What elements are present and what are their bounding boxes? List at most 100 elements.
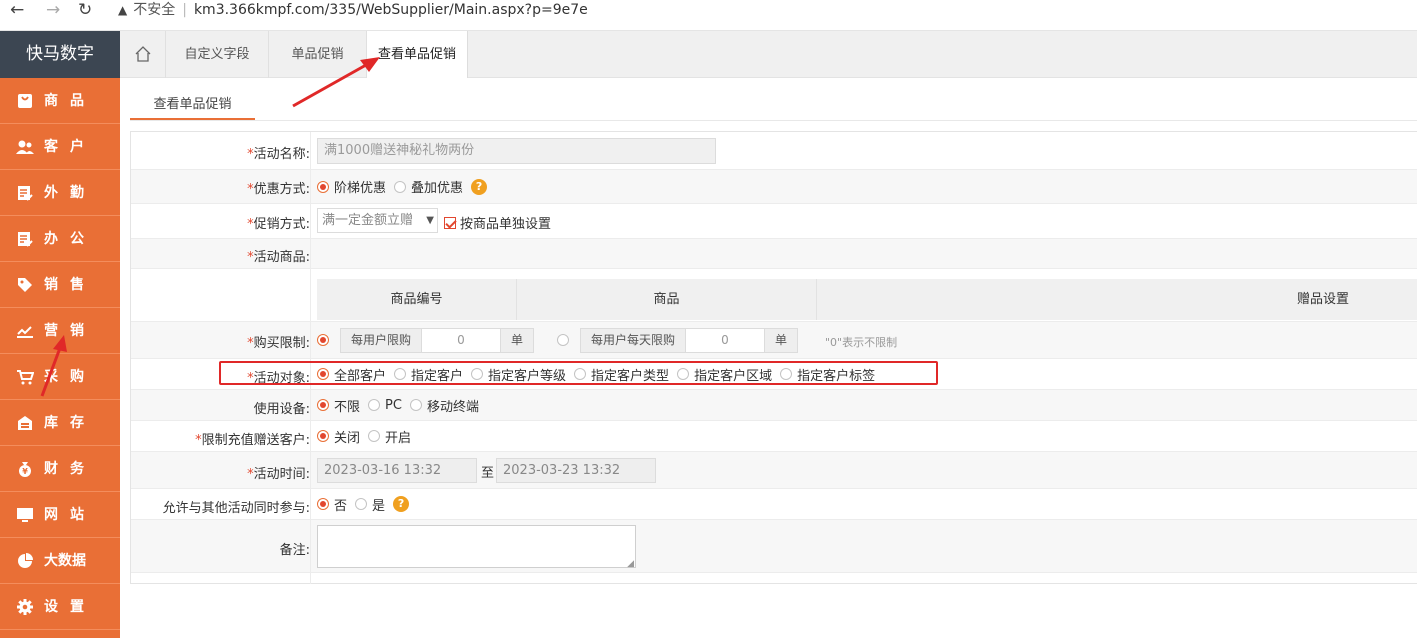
- purchase-limit-cell: 每用户限购 0 单 每用户每天限购 0 单 "0"表示不限制: [310, 322, 1417, 358]
- purchase-limit-label: *购买限制:: [247, 336, 310, 351]
- per-day-limit-input[interactable]: 0: [685, 328, 765, 353]
- sidebar-item-label: 商品: [44, 92, 96, 109]
- radio-recharge-off[interactable]: 关闭: [317, 427, 360, 446]
- subtab-view-single-promotion[interactable]: 查看单品促销: [130, 89, 255, 120]
- row-promo-method: *促销方式: 满一定金额立赠 ▼ 按商品单独设置: [131, 204, 1417, 239]
- start-time-input[interactable]: 2023-03-16 13:32: [317, 458, 477, 483]
- limit-note: "0"表示不限制: [825, 336, 898, 349]
- sidebar-item-label: 财务: [44, 460, 96, 477]
- recharge-cell: 关闭 开启: [310, 421, 1417, 451]
- sidebar-item-inventory[interactable]: 库存: [0, 400, 120, 446]
- radio-per-day-limit[interactable]: [557, 334, 574, 346]
- sidebar-item-marketing[interactable]: 营销: [0, 308, 120, 354]
- warning-icon: ▲: [118, 3, 128, 17]
- cart-icon: [16, 368, 34, 386]
- pie-icon: [16, 552, 34, 570]
- clipboard-icon: [16, 230, 34, 248]
- radio-device-pc[interactable]: PC: [368, 398, 402, 413]
- brand-logo: 快马数字: [0, 31, 120, 78]
- row-time: *活动时间: 2023-03-16 13:32 至 2023-03-23 13:…: [131, 452, 1417, 489]
- chevron-down-icon: ▼: [426, 215, 434, 226]
- tab-view-single-promotion[interactable]: 查看单品促销: [367, 31, 468, 78]
- promotion-form: *活动名称: 满1000赠送神秘礼物两份 *优惠方式: 阶梯优惠 叠加优惠 ? …: [130, 131, 1417, 584]
- back-arrow-icon[interactable]: ←: [10, 0, 24, 20]
- tag-icon: [16, 276, 34, 294]
- tab-single-promotion[interactable]: 单品促销: [269, 31, 367, 78]
- row-device: 使用设备: 不限 PC 移动终端: [131, 390, 1417, 421]
- sidebar-item-label: 网站: [44, 506, 96, 523]
- allow-other-cell: 否 是 ?: [310, 489, 1417, 519]
- promo-method-cell: 满一定金额立赠 ▼ 按商品单独设置: [310, 204, 1417, 238]
- sidebar-item-sales[interactable]: 销售: [0, 262, 120, 308]
- users-icon: [16, 138, 34, 156]
- sidebar-item-website[interactable]: 网站: [0, 492, 120, 538]
- sidebar-item-goods[interactable]: 商品: [0, 78, 120, 124]
- sidebar-item-label: 库存: [44, 414, 96, 431]
- goods-table-header-gift: 赠品设置: [817, 279, 1417, 320]
- checkbox-checked-icon: [444, 216, 456, 229]
- radio-ladder-discount[interactable]: 阶梯优惠: [317, 177, 386, 196]
- sidebar-item-finance[interactable]: ¥ 财务: [0, 446, 120, 492]
- per-user-limit-input[interactable]: 0: [421, 328, 501, 353]
- sidebar-item-label: 营销: [44, 322, 96, 339]
- per-goods-checkbox[interactable]: 按商品单独设置: [444, 213, 551, 232]
- recharge-label: *限制充值赠送客户:: [195, 433, 310, 448]
- per-day-limit-addon: 每用户每天限购: [580, 328, 686, 353]
- sidebar-item-label: 办公: [44, 230, 96, 247]
- radio-allow-yes[interactable]: 是: [355, 495, 385, 514]
- money-bag-icon: ¥: [16, 460, 34, 478]
- insecure-label: 不安全: [133, 2, 176, 18]
- radio-recharge-on[interactable]: 开启: [368, 427, 411, 446]
- bag-icon: [16, 92, 34, 110]
- promo-method-select[interactable]: 满一定金额立赠 ▼: [317, 208, 438, 233]
- clipboard-icon: [16, 184, 34, 202]
- sidebar-item-label: 客户: [44, 138, 96, 155]
- row-activity-name: *活动名称: 满1000赠送神秘礼物两份: [131, 132, 1417, 170]
- device-cell: 不限 PC 移动终端: [310, 390, 1417, 420]
- sidebar-item-big-data[interactable]: 大数据: [0, 538, 120, 584]
- forward-arrow-icon[interactable]: →: [46, 0, 60, 20]
- sidebar-item-label: 设置: [44, 598, 96, 615]
- sidebar-item-label: 销售: [44, 276, 96, 293]
- end-time-input[interactable]: 2023-03-23 13:32: [496, 458, 656, 483]
- promo-method-label: *促销方式:: [247, 217, 310, 232]
- activity-name-input[interactable]: 满1000赠送神秘礼物两份: [317, 138, 716, 164]
- radio-device-any[interactable]: 不限: [317, 396, 360, 415]
- per-user-limit-unit: 单: [500, 328, 534, 353]
- sidebar-item-customers[interactable]: 客户: [0, 124, 120, 170]
- row-footer: [131, 573, 1417, 584]
- sidebar-item-purchase[interactable]: 采购: [0, 354, 120, 400]
- monitor-icon: [16, 506, 34, 524]
- time-to-label: 至: [481, 466, 495, 481]
- time-cell: 2023-03-16 13:32 至 2023-03-23 13:32: [310, 452, 1417, 488]
- radio-device-mobile[interactable]: 移动终端: [409, 396, 479, 415]
- radio-stack-discount[interactable]: 叠加优惠: [394, 177, 463, 196]
- help-icon[interactable]: ?: [393, 496, 410, 512]
- per-user-limit-addon: 每用户限购: [340, 328, 422, 353]
- radio-per-user-limit[interactable]: [317, 334, 334, 346]
- remark-textarea[interactable]: ◢: [317, 525, 636, 569]
- sidebar-item-settings[interactable]: 设置: [0, 584, 120, 630]
- reload-icon[interactable]: ↻: [78, 0, 92, 20]
- sidebar-item-label: 大数据: [44, 552, 86, 569]
- goods-table-header-code: 商品编号: [317, 279, 517, 320]
- footer-cell: [310, 573, 1417, 584]
- help-icon[interactable]: ?: [471, 178, 488, 195]
- row-activity-goods: *活动商品:: [131, 239, 1417, 269]
- home-tab[interactable]: [120, 31, 166, 78]
- resize-handle-icon[interactable]: ◢: [627, 559, 634, 569]
- row-recharge: *限制充值赠送客户: 关闭 开启: [131, 421, 1417, 452]
- svg-text:¥: ¥: [22, 467, 28, 476]
- activity-goods-cell: [310, 239, 1417, 268]
- row-remark: 备注: ◢: [131, 520, 1417, 573]
- radio-allow-no[interactable]: 否: [317, 495, 347, 514]
- sidebar-item-office[interactable]: 办公: [0, 216, 120, 262]
- highlight-box: [219, 361, 938, 385]
- address-bar[interactable]: ▲ 不安全 | km3.366kmpf.com/335/WebSupplier/Mai…: [118, 1, 588, 19]
- goods-table: 商品编号 商品 赠品设置: [310, 269, 1417, 321]
- activity-goods-label: *活动商品:: [247, 250, 310, 265]
- tab-custom-fields[interactable]: 自定义字段: [166, 31, 269, 78]
- chart-icon: [16, 322, 34, 340]
- row-purchase-limit: *购买限制: 每用户限购 0 单 每用户每天限购 0 单 "0"表示不限制: [131, 322, 1417, 359]
- sidebar-item-field-work[interactable]: 外勤: [0, 170, 120, 216]
